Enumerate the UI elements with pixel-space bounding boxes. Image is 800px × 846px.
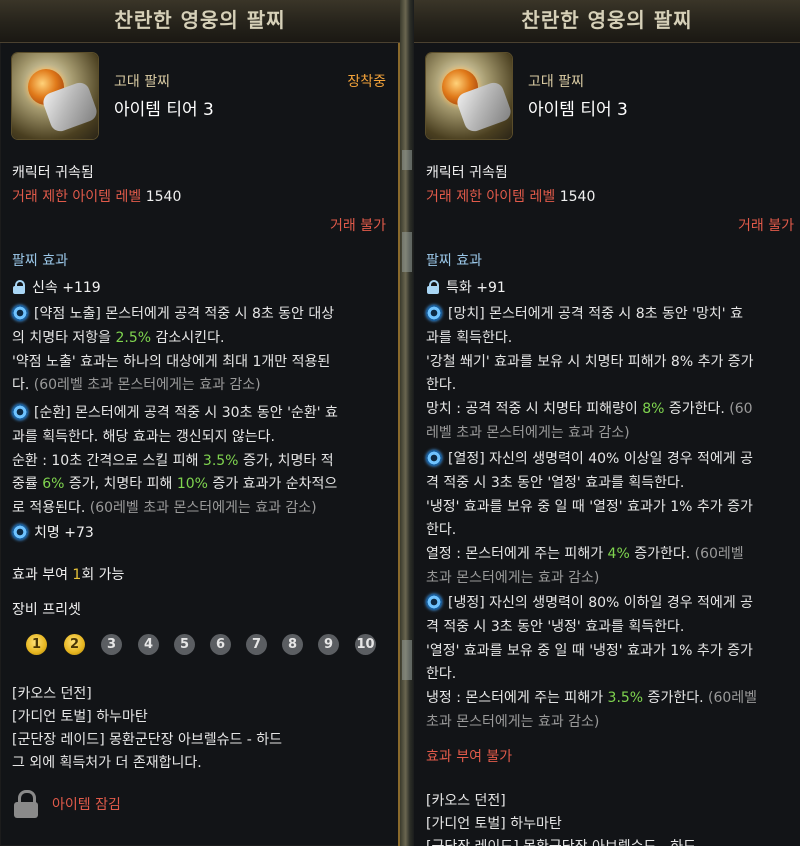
preset-1[interactable]: 1 [26, 634, 47, 655]
stat-line-1: 신속 +119 [12, 278, 101, 298]
effect-passion: [열정] 자신의 생명력이 40% 이상일 경우 적에게 공 격 적중 시 3초… [426, 450, 754, 586]
acquisition-sources: [카오스 던전] [가디언 토벌] 하누마탄 [군단장 레이드] 몽환군단장 아… [12, 683, 282, 775]
item-header: 고대 팔찌 아이템 티어 3 장착중 [0, 43, 400, 149]
effect-circulation: [순환] 몬스터에게 공격 적중 시 30초 동안 '순환' 효 과를 획득한다… [12, 404, 338, 517]
background-divider [400, 0, 414, 846]
effect-swirl-icon [426, 450, 442, 466]
effect-swirl-icon [12, 404, 28, 420]
preset-7[interactable]: 7 [246, 634, 267, 655]
preset-5[interactable]: 5 [174, 634, 195, 655]
preset-label: 장비 프리셋 [12, 602, 81, 618]
effect-swirl-icon [12, 524, 28, 540]
preset-3[interactable]: 3 [101, 634, 122, 655]
preset-8[interactable]: 8 [282, 634, 303, 655]
source-chaos-dungeon: [카오스 던전] [426, 793, 506, 809]
source-legion-raid: [군단장 레이드] 몽환군단장 아브렐슈드 - 하드 [12, 732, 283, 748]
effect-header: 팔찌 효과 [12, 253, 68, 269]
item-tier: 아이템 티어 3 [528, 100, 628, 120]
item-tier: 아이템 티어 3 [114, 100, 214, 120]
effect-hammer: [망치] 몬스터에게 공격 적중 시 8초 동안 '망치' 효 과를 획득한다.… [426, 305, 754, 441]
preset-10[interactable]: 10 [355, 634, 376, 655]
effect-composure: [냉정] 자신의 생명력이 80% 이하일 경우 적에게 공 격 적중 시 3초… [426, 594, 758, 730]
trade-limit-label: 거래 제한 아이템 레벨 [12, 189, 142, 205]
right-tooltip: 찬란한 영웅의 팔찌 고대 팔찌 아이템 티어 3 캐릭터 귀속됨 거래 제한 … [414, 0, 800, 846]
preset-4[interactable]: 4 [138, 634, 159, 655]
trade-limit-label: 거래 제한 아이템 레벨 [426, 189, 556, 205]
bound-status: 캐릭터 귀속됨 [426, 165, 508, 181]
effect-swirl-icon [426, 594, 442, 610]
item-grade: 고대 팔찌 [114, 74, 170, 90]
equipped-badge: 장착중 [347, 74, 386, 90]
preset-selector: 1 2 3 4 5 6 7 8 9 10 [26, 634, 386, 656]
item-title: 찬란한 영웅의 팔찌 [414, 0, 800, 43]
bracelet-item-icon [12, 53, 98, 139]
effect-grant-count: 효과 부여 1회 가능 [12, 567, 125, 583]
item-grade: 고대 팔찌 [528, 74, 584, 90]
source-guardian-raid: [가디언 토벌] 하누마탄 [426, 816, 562, 832]
bracelet-item-icon [426, 53, 512, 139]
item-title: 찬란한 영웅의 팔찌 [0, 0, 400, 43]
stat-line-2: 치명 +73 [12, 523, 94, 543]
trade-status: 거래 불가 [738, 218, 794, 234]
source-legion-raid: [군단장 레이드] 몽환군단장 아브렐슈드 - 하드 [426, 836, 696, 846]
effect-weakness-exposure: [약점 노출] 몬스터에게 공격 적중 시 8초 동안 대상 의 치명타 저항을… [12, 305, 335, 394]
trade-limit-value: 1540 [145, 189, 182, 205]
bound-status: 캐릭터 귀속됨 [12, 165, 94, 181]
source-more: 그 외에 획득처가 더 존재합니다. [12, 755, 202, 771]
lock-icon [426, 280, 440, 294]
trade-status: 거래 불가 [330, 218, 386, 234]
effect-swirl-icon [12, 305, 28, 321]
trade-limit-value: 1540 [559, 189, 596, 205]
source-chaos-dungeon: [카오스 던전] [12, 686, 92, 702]
stat-line-1: 특화 +91 [426, 278, 506, 298]
left-tooltip: 찬란한 영웅의 팔찌 고대 팔찌 아이템 티어 3 장착중 캐릭터 귀속됨 거래… [0, 0, 400, 846]
effect-grant-status: 효과 부여 불가 [426, 749, 513, 765]
item-lock-icon [14, 790, 38, 818]
trade-limit: 거래 제한 아이템 레벨 1540 [426, 187, 595, 207]
preset-6[interactable]: 6 [210, 634, 231, 655]
effect-header: 팔찌 효과 [426, 253, 482, 269]
item-lock-status: 아이템 잠김 [52, 797, 121, 813]
lock-icon [12, 280, 26, 294]
source-guardian-raid: [가디언 토벌] 하누마탄 [12, 709, 148, 725]
item-header: 고대 팔찌 아이템 티어 3 [414, 43, 800, 149]
acquisition-sources: [카오스 던전] [가디언 토벌] 하누마탄 [군단장 레이드] 몽환군단장 아… [426, 790, 696, 846]
trade-limit: 거래 제한 아이템 레벨 1540 [12, 187, 181, 207]
preset-9[interactable]: 9 [318, 634, 339, 655]
preset-2[interactable]: 2 [64, 634, 85, 655]
effect-swirl-icon [426, 305, 442, 321]
